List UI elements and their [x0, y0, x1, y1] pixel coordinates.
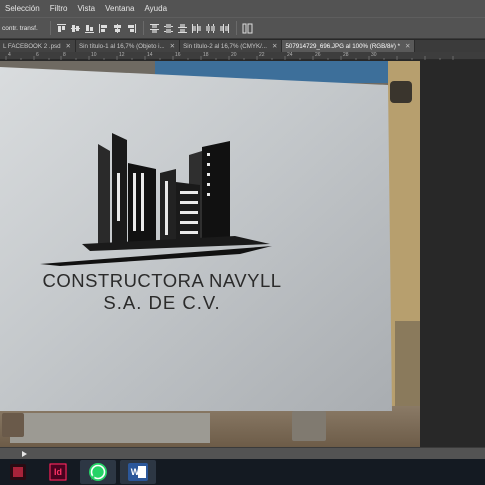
ruler-label: 16 [175, 52, 181, 58]
divider [49, 21, 51, 35]
ruler-label: 30 [371, 52, 377, 58]
ruler-label: 8 [63, 52, 66, 58]
distribute-right-icon[interactable] [219, 23, 230, 34]
distribute-left-icon[interactable] [191, 23, 202, 34]
menu-item-seleccion[interactable]: Selección [5, 4, 40, 13]
distribute-horizontal-center-icon[interactable] [205, 23, 216, 34]
bracket-bottom-right [292, 411, 326, 441]
document-canvas[interactable]: CONSTRUCTORA NAVYLL S.A. DE C.V. [0, 61, 420, 447]
auto-align-icon[interactable] [242, 23, 253, 34]
align-vertical-center-icon[interactable] [70, 23, 81, 34]
options-bar: contr. transf. [0, 17, 485, 39]
canvas-photo: CONSTRUCTORA NAVYLL S.A. DE C.V. [0, 61, 420, 447]
align-top-icon[interactable] [56, 23, 67, 34]
close-icon[interactable]: ✕ [272, 42, 277, 50]
tab-label: Sin título-1 al 16,7% (Objeto i... [79, 42, 165, 50]
tab-active-jpg[interactable]: 507914729_696.JPG al 100% (RGB/8#) * ✕ [282, 40, 416, 52]
ruler-label: 26 [315, 52, 321, 58]
word-label: W [130, 467, 140, 477]
menu-bar: Selección Filtro Vista Ventana Ayuda [0, 0, 485, 17]
ruler-label: 18 [203, 52, 209, 58]
windows-taskbar: Id W [0, 459, 485, 485]
tab-sin-titulo-1[interactable]: Sin título-1 al 16,7% (Objeto i... ✕ [76, 40, 181, 52]
concrete-slab [10, 413, 210, 443]
ruler-label: 28 [343, 52, 349, 58]
tab-label: L FACEBOOK 2 .psd [3, 42, 61, 50]
tab-label: 507914729_696.JPG al 100% (RGB/8#) * [285, 42, 401, 50]
tab-sin-titulo-2[interactable]: Sin título-2 al 16,7% (CMYK/... ✕ [180, 40, 283, 52]
ruler-label: 22 [259, 52, 265, 58]
align-right-icon[interactable] [126, 23, 137, 34]
menu-item-ventana[interactable]: Ventana [105, 4, 134, 13]
ruler-label: 12 [119, 52, 125, 58]
whatsapp-icon [89, 463, 107, 481]
taskbar-app-adobe[interactable] [0, 460, 36, 484]
bracket-top [390, 81, 412, 103]
distribute-bottom-icon[interactable] [177, 23, 188, 34]
ruler-ticks [5, 56, 454, 60]
indesign-label: Id [54, 467, 62, 477]
ruler-label: 4 [8, 52, 11, 58]
ruler-label: 20 [231, 52, 237, 58]
ruler-label: 14 [147, 52, 153, 58]
divider [142, 21, 144, 35]
distribute-top-icon[interactable] [149, 23, 160, 34]
menu-item-vista[interactable]: Vista [77, 4, 95, 13]
adobe-app-icon [10, 464, 26, 480]
distribute-vertical-center-icon[interactable] [163, 23, 174, 34]
menu-item-filtro[interactable]: Filtro [50, 4, 68, 13]
ruler-label: 24 [287, 52, 293, 58]
align-bottom-icon[interactable] [84, 23, 95, 34]
status-bar [0, 447, 485, 459]
document-tab-bar: L FACEBOOK 2 .psd ✕ Sin título-1 al 16,7… [0, 40, 485, 52]
align-left-icon[interactable] [98, 23, 109, 34]
ruler-label: 10 [91, 52, 97, 58]
taskbar-app-indesign[interactable]: Id [40, 460, 76, 484]
horizontal-ruler[interactable]: 4 6 8 10 12 14 16 18 20 22 24 26 28 30 [0, 52, 485, 60]
align-horizontal-center-icon[interactable] [112, 23, 123, 34]
taskbar-app-whatsapp[interactable] [80, 460, 116, 484]
taskbar-app-word[interactable]: W [120, 460, 156, 484]
company-name-line2: S.A. DE C.V. [103, 292, 220, 313]
pasteboard [420, 61, 485, 447]
tab-label: Sin título-2 al 16,7% (CMYK/... [183, 42, 268, 50]
close-icon[interactable]: ✕ [170, 42, 175, 50]
play-arrow-icon[interactable] [22, 451, 27, 457]
close-icon[interactable]: ✕ [405, 42, 410, 50]
company-name-line1: CONSTRUCTORA NAVYLL [42, 270, 281, 291]
tab-facebook-psd[interactable]: L FACEBOOK 2 .psd ✕ [0, 40, 76, 52]
bracket-bottom-left [2, 413, 24, 437]
ruler-label: 6 [36, 52, 39, 58]
close-icon[interactable]: ✕ [66, 42, 71, 50]
transform-controls-label[interactable]: contr. transf. [2, 25, 38, 32]
menu-item-ayuda[interactable]: Ayuda [144, 4, 167, 13]
divider [235, 21, 237, 35]
